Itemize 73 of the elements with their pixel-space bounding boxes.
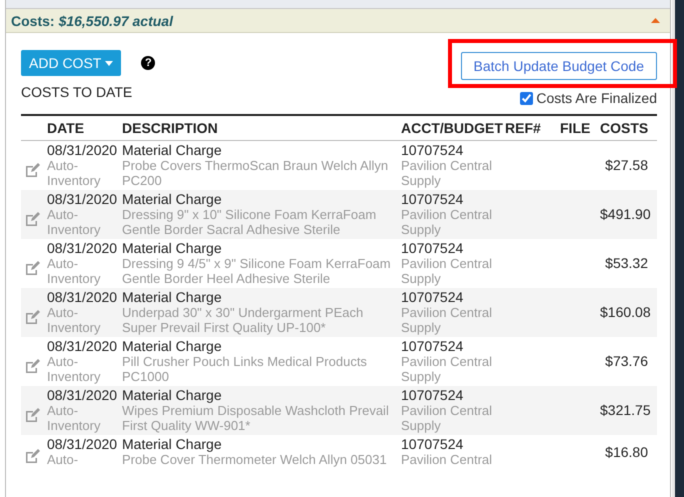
cost-type: Material Charge <box>122 143 223 158</box>
cost-source: Auto-Inventory <box>47 256 102 286</box>
cost-type: Material Charge <box>122 241 223 256</box>
column-header: DATE <box>47 120 86 136</box>
cost-description: Pill Crusher Pouch Links Medical Products PC1000 <box>122 354 368 384</box>
column-header: FILE <box>560 120 592 136</box>
column-header: ACCT/BUDGET <box>401 120 504 136</box>
edit-icon[interactable] <box>25 260 40 274</box>
cost-amount: $16.80 <box>604 444 649 460</box>
edit-icon[interactable] <box>25 358 40 372</box>
cost-source: Auto-Inventory <box>47 354 102 384</box>
account-number: 10707524 <box>401 437 464 452</box>
cost-type: Material Charge <box>122 192 223 207</box>
budget-name: Pavilion Central <box>401 452 494 467</box>
cost-type: Material Charge <box>122 339 223 354</box>
cost-amount: $27.58 <box>604 158 649 173</box>
cost-date: 08/31/2020 <box>47 192 118 207</box>
cost-description: Probe Covers ThermoScan Braun Welch Allyn PC200 <box>122 158 390 188</box>
budget-name: Pavilion Central Supply <box>401 305 494 335</box>
finalized-label: Costs Are Finalized <box>536 90 657 106</box>
section-label: Costs: <box>11 12 55 28</box>
account-number: 10707524 <box>401 388 464 403</box>
cost-amount: $53.32 <box>604 256 649 271</box>
cost-date: 08/31/2020 <box>47 437 118 452</box>
budget-name: Pavilion Central Supply <box>401 256 494 286</box>
cost-amount: $160.08 <box>600 305 650 320</box>
cost-date: 08/31/2020 <box>47 388 118 403</box>
cost-amount: $321.75 <box>600 403 650 418</box>
budget-name: Pavilion Central Supply <box>401 207 494 237</box>
cost-type: Material Charge <box>122 388 223 403</box>
cost-description: Probe Cover Thermometer Welch Allyn 05031 <box>122 452 388 467</box>
caret-icon <box>105 60 114 66</box>
costs-to-date-heading: COSTS TO DATE <box>21 84 134 100</box>
account-number: 10707524 <box>401 290 464 305</box>
cost-source: Auto- <box>47 452 80 467</box>
edit-icon[interactable] <box>25 162 40 176</box>
cost-source: Auto-Inventory <box>47 158 102 188</box>
cost-description: Underpad 30" x 30" Undergarment PEach Super Prevail First Quality UP-100* <box>122 305 364 335</box>
account-number: 10707524 <box>401 143 464 158</box>
cost-description: Wipes Premium Disposable Washcloth Prevail First Quality WW-901* <box>122 403 390 433</box>
cost-source: Auto-Inventory <box>47 403 102 433</box>
cost-date: 08/31/2020 <box>47 290 118 305</box>
budget-name: Pavilion Central Supply <box>401 354 494 384</box>
cost-description: Dressing 9 4/5" x 9" Silicone Foam KerraFoam Gentle Border Heel Adhesive Sterile <box>122 256 392 286</box>
column-header: DESCRIPTION <box>122 120 219 136</box>
column-header: REF# <box>505 120 542 136</box>
cost-type: Material Charge <box>122 437 223 452</box>
edit-icon[interactable] <box>25 212 40 226</box>
collapse-caret-icon[interactable] <box>651 18 660 23</box>
account-number: 10707524 <box>401 241 464 256</box>
budget-name: Pavilion Central Supply <box>401 158 494 188</box>
edit-icon[interactable] <box>25 449 40 463</box>
cost-amount: $73.76 <box>604 354 649 369</box>
edit-icon[interactable] <box>25 310 40 324</box>
help-icon[interactable]: ? <box>141 56 156 70</box>
cost-date: 08/31/2020 <box>47 143 118 158</box>
cost-source: Auto-Inventory <box>47 207 102 237</box>
cost-total: $16,550.97 actual <box>58 12 173 28</box>
account-number: 10707524 <box>401 339 464 354</box>
column-header: COSTS <box>600 120 650 136</box>
section-header[interactable]: Costs: $16,550.97 actual <box>6 9 670 33</box>
batch-update-budget-code-button[interactable]: Batch Update Budget Code <box>460 52 657 80</box>
budget-name: Pavilion Central Supply <box>401 403 494 433</box>
finalized-checkbox[interactable] <box>520 92 534 104</box>
cost-type: Material Charge <box>122 290 223 305</box>
cost-date: 08/31/2020 <box>47 241 118 256</box>
cost-source: Auto-Inventory <box>47 305 102 335</box>
account-number: 10707524 <box>401 192 464 207</box>
cost-date: 08/31/2020 <box>47 339 118 354</box>
cost-amount: $491.90 <box>600 207 650 222</box>
edit-icon[interactable] <box>25 408 40 422</box>
cost-description: Dressing 9" x 10" Silicone Foam KerraFoam Gentle Border Sacral Adhesive Sterile <box>122 207 378 237</box>
collapsed-section-header[interactable] <box>6 0 670 9</box>
